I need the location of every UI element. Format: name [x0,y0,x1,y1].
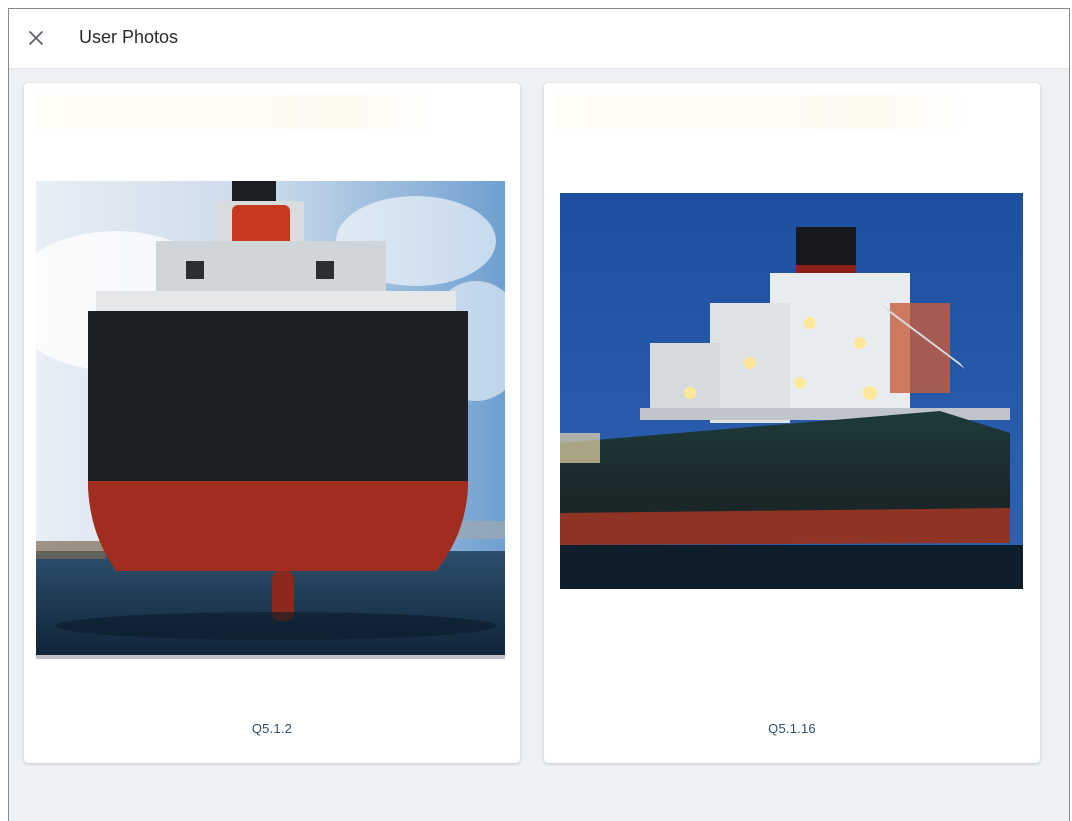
ship-night-photo[interactable] [560,193,1023,589]
close-button[interactable] [23,25,49,51]
close-icon[interactable] [28,30,44,46]
photo-dialog: User Photos Q5.1.2 Q5.1.16 [8,8,1070,821]
photo-caption: Q5.1.2 [251,721,293,736]
photo-top-strip [36,95,436,129]
dialog-title: User Photos [79,27,179,47]
photo-card[interactable]: Q5.1.2 [24,83,520,763]
ship-stern-photo[interactable] [36,181,505,659]
photo-caption: Q5.1.16 [768,721,816,736]
photo-card[interactable]: Q5.1.16 [544,83,1040,763]
dialog-header: User Photos [9,9,1069,69]
photo-top-strip [556,95,966,129]
